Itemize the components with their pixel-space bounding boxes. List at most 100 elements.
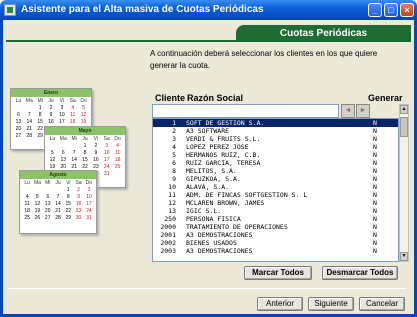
cancel-button[interactable]: Cancelar <box>359 297 405 311</box>
calendar-day: 29 <box>65 215 72 221</box>
calendar-day: 4 <box>116 143 119 149</box>
list-scrollbar[interactable]: ▲ ▼ <box>399 104 409 262</box>
calendar-day: 19 <box>34 208 41 214</box>
generate-flag-cell[interactable]: N <box>373 143 377 151</box>
calendar-day: 4 <box>71 105 75 111</box>
calendar-day-header: Do <box>80 98 87 104</box>
column-header-name[interactable]: Razón Social <box>187 93 243 103</box>
column-header-generate[interactable]: Generar <box>368 93 403 103</box>
calendar-day <box>58 143 69 150</box>
maximize-button[interactable]: □ <box>384 3 398 17</box>
calendar-day: 2 <box>49 105 53 111</box>
calendar-day: 13 <box>44 201 51 207</box>
generate-flag-cell[interactable]: N <box>373 167 377 175</box>
previous-match-button[interactable]: ◄ <box>341 104 355 118</box>
calendar-day: 14 <box>71 157 77 163</box>
scroll-thumb[interactable] <box>400 117 408 137</box>
table-row[interactable]: 9 GIPUZKOA, S.A. N <box>153 175 398 183</box>
generate-flag-cell[interactable]: N <box>373 239 377 247</box>
calendar-day: 1 <box>83 143 87 149</box>
client-id-cell: 250 <box>164 215 176 223</box>
calendar-day-header: Do <box>85 180 93 186</box>
table-row[interactable]: 2 A3 SOFTWARE N <box>153 127 398 135</box>
calendar-day: 7 <box>72 150 76 156</box>
calendar-day <box>53 187 63 194</box>
generate-flag-cell[interactable]: N <box>373 159 377 167</box>
close-button[interactable]: × <box>400 3 414 17</box>
next-match-button[interactable]: ► <box>356 104 370 118</box>
scroll-down-arrow-icon[interactable]: ▼ <box>400 252 408 261</box>
client-name-cell: A3 SOFTWARE <box>186 127 230 135</box>
calendar-day-header: Lu <box>24 180 30 186</box>
next-button[interactable]: Siguiente <box>308 297 354 311</box>
table-row[interactable]: 250 PERSONA FISICA N <box>153 215 398 223</box>
calendar-day: 23 <box>75 208 82 214</box>
table-row[interactable]: 2003 A3 DEMOSTRACIONES N <box>153 247 398 255</box>
generate-flag-cell[interactable]: N <box>373 231 377 239</box>
generate-flag-cell[interactable]: N <box>373 183 377 191</box>
calendar-day: 27 <box>15 133 22 139</box>
generate-flag-cell[interactable]: N <box>373 207 377 215</box>
calendar-day: 17 <box>103 157 110 163</box>
generate-flag-cell[interactable]: N <box>373 215 377 223</box>
calendar-day: 12 <box>34 201 41 207</box>
table-row[interactable]: 4 LOPEZ PEREZ JOSE N <box>153 143 398 151</box>
table-row[interactable]: 8 MELITOS, S.A. N <box>153 167 398 175</box>
previous-button[interactable]: Anterior <box>257 297 303 311</box>
client-name-cell: RUIZ GARCIA, TERESA <box>186 159 261 167</box>
table-row[interactable]: 2002 BIENES USADOS N <box>153 239 398 247</box>
client-id-cell: 8 <box>172 167 176 175</box>
column-header-client[interactable]: Cliente <box>155 93 185 103</box>
calendar-day: 5 <box>82 105 85 111</box>
client-id-cell: 2003 <box>160 247 176 255</box>
client-id-cell: 2000 <box>160 223 176 231</box>
calendar-grid: Lu Ma Mi Ju Vi Sa Do 1 2 3 4 5 6 7 8 9 10 11 12 13 14 15 16 17 1… <box>20 179 96 223</box>
generate-flag-cell[interactable]: N <box>373 191 377 199</box>
calendar-day: 19 <box>80 119 87 125</box>
search-input[interactable] <box>152 104 339 118</box>
calendar-day: 27 <box>44 215 51 221</box>
client-id-cell: 3 <box>172 135 176 143</box>
calendar-day: 21 <box>55 208 61 214</box>
generate-flag-cell[interactable]: N <box>373 151 377 159</box>
minimize-button[interactable]: _ <box>368 3 382 17</box>
calendar-day: 25 <box>114 164 121 170</box>
table-row[interactable]: 10 ALAVA, S.A. N <box>153 183 398 191</box>
client-id-cell: 4 <box>172 143 176 151</box>
calendar-day: 9 <box>94 150 98 156</box>
generate-flag-cell[interactable]: N <box>373 247 377 255</box>
client-name-cell: TRATAMIENTO DE OPERACIONES <box>186 223 288 231</box>
client-name-cell: ALAVA, S.A. <box>186 183 230 191</box>
generate-flag-cell[interactable]: N <box>373 119 377 127</box>
table-row[interactable]: 6 RUIZ GARCIA, TERESA N <box>153 159 398 167</box>
calendar-day: 20 <box>44 208 51 214</box>
calendar-day <box>22 187 32 194</box>
mark-all-button[interactable]: Marcar Todos <box>244 266 312 280</box>
generate-flag-cell[interactable]: N <box>373 199 377 207</box>
generate-flag-cell[interactable]: N <box>373 127 377 135</box>
generate-flag-cell[interactable]: N <box>373 135 377 143</box>
calendar-day: 30 <box>75 215 82 221</box>
unmark-all-button[interactable]: Desmarcar Todos <box>322 266 398 280</box>
calendar-day: 7 <box>56 194 60 200</box>
client-name-cell: HERMANOS RUIZ, C.B. <box>186 151 261 159</box>
table-row[interactable]: 3 VERDI & FRUITS S.L. N <box>153 135 398 143</box>
table-row[interactable]: 5 HERMANOS RUIZ, C.B. N <box>153 151 398 159</box>
generate-flag-cell[interactable]: N <box>373 223 377 231</box>
calendar-day: 5 <box>51 150 54 156</box>
calendar-day-header: Ju <box>55 180 61 186</box>
client-id-cell: 2001 <box>160 231 176 239</box>
scroll-up-arrow-icon[interactable]: ▲ <box>400 105 408 114</box>
calendar-day-header: Mi <box>71 136 77 142</box>
client-id-cell: 1 <box>172 119 176 127</box>
table-row[interactable]: 12 MCLAREN BROWN, JAMES N <box>153 199 398 207</box>
client-list[interactable]: 1 SOFT DE GESTION S.A. N 2 A3 SOFTWARE N 3 VERD… <box>152 118 399 262</box>
table-row[interactable]: 1 SOFT DE GESTION S.A. N <box>153 119 398 127</box>
table-row[interactable]: 2000 TRATAMIENTO DE OPERACIONES N <box>153 223 398 231</box>
table-row[interactable]: 11 ADM. DE FINCAS SOFTGESTION S. L N <box>153 191 398 199</box>
table-row[interactable]: 13 IGIC S.L. N <box>153 207 398 215</box>
generate-flag-cell[interactable]: N <box>373 175 377 183</box>
client-name-cell: A3 DEMOSTRACIONES <box>186 247 253 255</box>
table-row[interactable]: 2001 A3 DEMOSTRACIONES N <box>153 231 398 239</box>
header-divider <box>6 40 411 42</box>
